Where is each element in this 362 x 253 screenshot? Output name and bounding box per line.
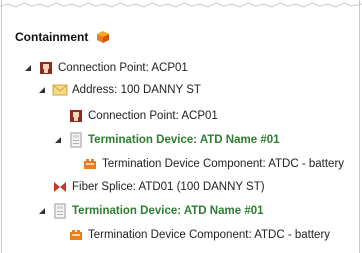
torn-edge <box>0 2 362 8</box>
tree-item-termination-device[interactable]: Termination Device: ATD Name #01 <box>36 202 264 220</box>
containment-icon[interactable] <box>96 30 110 44</box>
collapse-triangle-icon[interactable] <box>22 64 34 72</box>
collapse-triangle-icon[interactable] <box>52 136 64 144</box>
panel-header: Containment <box>15 30 110 44</box>
tree-item-device-component[interactable]: Termination Device Component: ATDC - bat… <box>82 155 344 173</box>
tree-item-label: Termination Device: ATD Name #01 <box>88 134 280 146</box>
tree-item-termination-device[interactable]: Termination Device: ATD Name #01 <box>52 131 280 149</box>
tree-item-connection-point[interactable]: Connection Point: ACP01 <box>68 107 218 125</box>
termination-device-icon <box>52 203 68 219</box>
envelope-icon <box>52 82 68 98</box>
tree-item-label: Connection Point: ACP01 <box>88 110 218 122</box>
device-component-icon <box>82 156 98 172</box>
tree-item-connection-point[interactable]: Connection Point: ACP01 <box>22 59 188 77</box>
right-border <box>359 0 360 253</box>
termination-device-icon <box>68 132 84 148</box>
tree-item-label: Address: 100 DANNY ST <box>72 84 201 96</box>
connection-point-icon <box>68 108 84 124</box>
collapse-triangle-icon[interactable] <box>36 207 48 215</box>
containment-panel: Containment Connection Point: ACP01 Addr… <box>0 0 362 253</box>
tree-item-fiber-splice[interactable]: Fiber Splice: ATD01 (100 DANNY ST) <box>52 178 265 196</box>
tree-item-label: Termination Device Component: ATDC - bat… <box>102 158 345 170</box>
connection-point-icon <box>38 60 54 76</box>
tree-item-address[interactable]: Address: 100 DANNY ST <box>36 81 201 99</box>
fiber-splice-icon <box>52 179 68 195</box>
collapse-triangle-icon[interactable] <box>36 86 48 94</box>
left-border <box>1 0 2 253</box>
tree-item-label: Termination Device: ATD Name #01 <box>72 205 264 217</box>
tree-item-label: Connection Point: ACP01 <box>58 62 188 74</box>
panel-title: Containment <box>15 30 89 44</box>
tree-item-label: Fiber Splice: ATD01 (100 DANNY ST) <box>72 181 265 193</box>
tree-item-device-component[interactable]: Termination Device Component: ATDC - bat… <box>68 226 330 244</box>
device-component-icon <box>68 227 84 243</box>
tree-item-label: Termination Device Component: ATDC - bat… <box>88 229 331 241</box>
